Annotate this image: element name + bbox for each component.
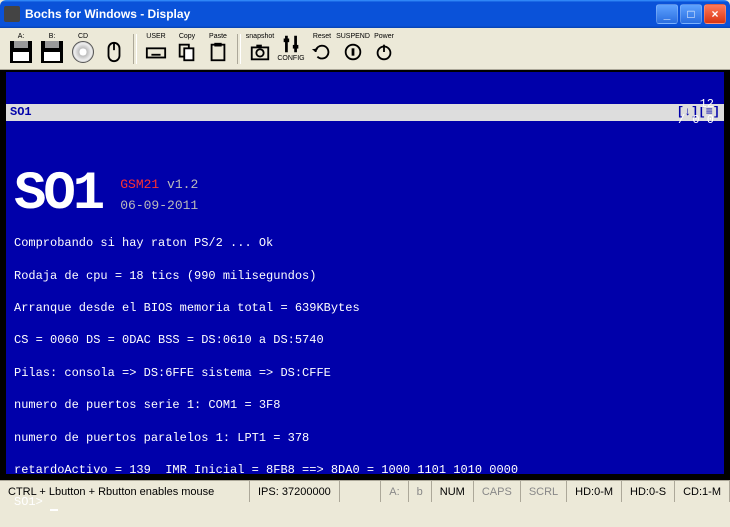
mouse-icon	[103, 41, 125, 63]
cd-button[interactable]: CD	[68, 32, 98, 66]
toolbar: A: B: CD USER Copy Paste	[0, 28, 730, 70]
cd-icon	[72, 41, 94, 63]
suspend-label: SUSPEND	[336, 33, 370, 41]
top-right-info: 12 / 0 0	[678, 96, 714, 128]
cd-label: CD	[78, 33, 88, 41]
output-line: Arranque desde el BIOS memoria total = 6…	[14, 301, 360, 315]
output-line: numero de puertos paralelos 1: LPT1 = 37…	[14, 431, 309, 445]
config-icon	[280, 33, 302, 55]
output-line: numero de puertos serie 1: COM1 = 3F8	[14, 398, 280, 412]
drive-a-label: A:	[18, 33, 25, 41]
window-title: Bochs for Windows - Display	[25, 7, 656, 21]
suspend-icon	[342, 41, 364, 63]
camera-icon	[249, 41, 271, 63]
paste-label: Paste	[209, 33, 227, 41]
copy-button[interactable]: Copy	[172, 32, 202, 66]
copy-label: Copy	[179, 33, 195, 41]
topbar-left: SO1	[10, 104, 32, 120]
reset-label: Reset	[313, 33, 331, 41]
floppy-icon	[41, 41, 63, 63]
output-line: Pilas: consola => DS:6FFE sistema => DS:…	[14, 366, 331, 380]
close-button[interactable]: ×	[704, 4, 726, 24]
output-line: Comprobando si hay raton PS/2 ... Ok	[14, 236, 273, 250]
titlebar: Bochs for Windows - Display _ □ ×	[0, 0, 730, 28]
paste-icon	[207, 41, 229, 63]
snapshot-button[interactable]: snapshot	[245, 32, 275, 66]
paste-button[interactable]: Paste	[203, 32, 233, 66]
drive-a-button[interactable]: A:	[6, 32, 36, 66]
config-label: CONFIG	[277, 55, 304, 63]
floppy-icon	[10, 41, 32, 63]
user-label: USER	[146, 33, 165, 41]
mouse-button[interactable]	[99, 32, 129, 66]
suspend-button[interactable]: SUSPEND	[338, 32, 368, 66]
console-output: Comprobando si hay raton PS/2 ... Ok Rod…	[14, 235, 716, 478]
power-label: Power	[374, 33, 394, 41]
output-line: Rodaja de cpu = 18 tics (990 milisegundo…	[14, 269, 316, 283]
window-buttons: _ □ ×	[656, 4, 726, 24]
so1-logo: SO1	[14, 171, 102, 219]
prompt: SO1>	[14, 495, 50, 509]
separator	[133, 34, 137, 64]
console[interactable]: SO1 [↓][≡] 12 / 0 0 SO1 GSM21 v1.2 06-09…	[6, 72, 724, 474]
drive-b-label: B:	[49, 33, 56, 41]
output-line: CS = 0060 DS = 0DAC BSS = DS:0610 a DS:5…	[14, 333, 324, 347]
cursor	[50, 509, 58, 511]
snapshot-label: snapshot	[246, 33, 274, 41]
config-button[interactable]: CONFIG	[276, 32, 306, 66]
version-line: GSM21 v1.2	[120, 176, 198, 194]
separator	[237, 34, 241, 64]
reset-icon	[311, 41, 333, 63]
output-line: retardoActivo = 139 IMR Inicial = 8FB8 =…	[14, 463, 518, 477]
drive-b-button[interactable]: B:	[37, 32, 67, 66]
user-button[interactable]: USER	[141, 32, 171, 66]
maximize-button[interactable]: □	[680, 4, 702, 24]
console-area: SO1 [↓][≡] 12 / 0 0 SO1 GSM21 v1.2 06-09…	[0, 70, 730, 480]
keyboard-icon	[145, 41, 167, 63]
copy-icon	[176, 41, 198, 63]
date-line: 06-09-2011	[120, 197, 198, 215]
power-button[interactable]: Power	[369, 32, 399, 66]
console-topbar: SO1 [↓][≡]	[6, 104, 724, 120]
app-icon	[4, 6, 20, 22]
minimize-button[interactable]: _	[656, 4, 678, 24]
reset-button[interactable]: Reset	[307, 32, 337, 66]
power-icon	[373, 41, 395, 63]
